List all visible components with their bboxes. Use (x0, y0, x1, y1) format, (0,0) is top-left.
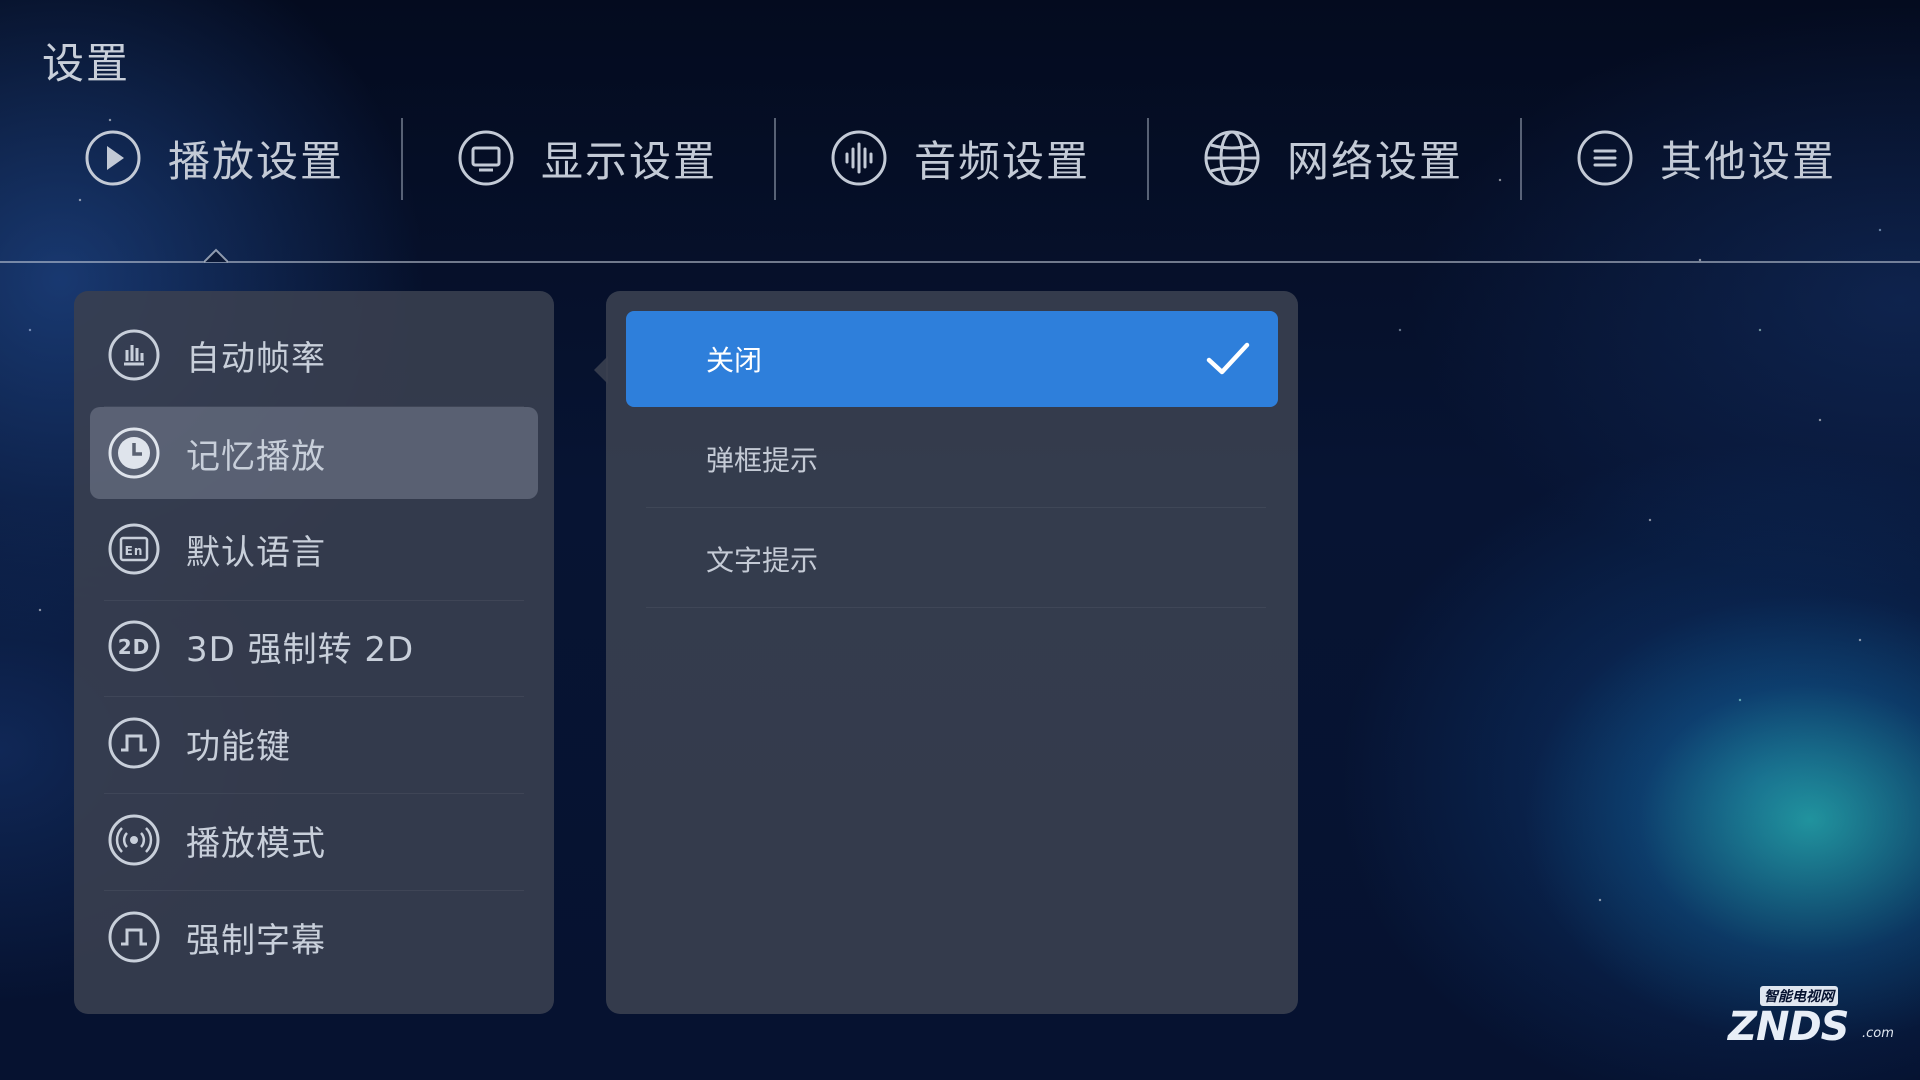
option-label: 弹框提示 (706, 444, 819, 477)
options-panel: 关闭 弹框提示 文字提示 (606, 291, 1298, 1014)
tab-underline-rule (0, 261, 1920, 263)
sidebar-item-label: 默认语言 (186, 532, 326, 573)
pulse-key-icon (106, 715, 162, 771)
tab-network-settings[interactable]: 网络设置 (1203, 118, 1463, 198)
active-tab-caret-icon (204, 248, 228, 263)
svg-text:En: En (125, 544, 144, 558)
sidebar-item-default-language[interactable]: En 默认语言 (90, 503, 538, 595)
bar-chart-icon (106, 327, 162, 383)
watermark-domain: .com (1862, 1026, 1894, 1041)
sidebar-item-function-key[interactable]: 功能键 (90, 697, 538, 789)
option-divider (646, 607, 1266, 608)
tab-label: 播放设置 (168, 136, 345, 186)
audio-wave-icon (830, 129, 888, 187)
globe-icon (1203, 129, 1261, 187)
tab-playback-settings[interactable]: 播放设置 (84, 118, 344, 198)
znds-watermark-logo: 智能电视网 ZNDS .com (1708, 982, 1894, 1052)
2d-icon: 2D (106, 618, 162, 674)
checkmark-icon (1206, 342, 1250, 375)
tab-label: 显示设置 (541, 136, 718, 186)
sidebar-item-label: 播放模式 (186, 823, 326, 864)
tab-audio-settings[interactable]: 音频设置 (830, 118, 1090, 198)
tab-divider (401, 118, 403, 200)
option-label: 文字提示 (706, 544, 819, 577)
tab-label: 音频设置 (914, 136, 1091, 186)
sidebar-item-label: 自动帧率 (186, 338, 326, 379)
tab-label: 其他设置 (1660, 136, 1837, 186)
top-tab-bar: 播放设置 显示设置 音频设置 网络设置 其他设置 (0, 118, 1920, 198)
play-circle-icon (84, 129, 142, 187)
language-en-icon: En (106, 521, 162, 577)
settings-sidebar: 自动帧率 记忆播放 En 默认语言 2D 3D 强制转 2D 功能键 播放模式 (74, 291, 554, 1014)
broadcast-icon (106, 812, 162, 868)
tab-divider (774, 118, 776, 200)
sidebar-item-playback-mode[interactable]: 播放模式 (90, 794, 538, 886)
page-title: 设置 (42, 39, 131, 88)
tab-divider (1520, 118, 1522, 200)
sidebar-item-label: 记忆播放 (186, 436, 326, 477)
menu-lines-icon (1576, 129, 1634, 187)
tab-divider (1147, 118, 1149, 200)
option-label: 关闭 (706, 344, 763, 377)
pulse-subtitle-icon (106, 909, 162, 965)
monitor-icon (457, 129, 515, 187)
svg-text:2D: 2D (118, 635, 151, 659)
option-off[interactable]: 关闭 (626, 311, 1278, 407)
option-divider (646, 507, 1266, 508)
option-popup-prompt[interactable]: 弹框提示 (626, 411, 1278, 507)
sidebar-item-label: 强制字幕 (186, 920, 326, 961)
watermark-tag: 智能电视网 (1760, 986, 1838, 1006)
sidebar-item-label: 3D 强制转 2D (186, 629, 415, 670)
tab-label: 网络设置 (1287, 136, 1464, 186)
sidebar-item-resume-playback[interactable]: 记忆播放 (90, 407, 538, 499)
sidebar-item-label: 功能键 (186, 726, 291, 767)
tab-display-settings[interactable]: 显示设置 (457, 118, 717, 198)
option-text-prompt[interactable]: 文字提示 (626, 511, 1278, 607)
watermark-brand: ZNDS (1728, 1004, 1849, 1050)
sidebar-item-force-3d-to-2d[interactable]: 2D 3D 强制转 2D (90, 600, 538, 692)
sidebar-item-auto-frame-rate[interactable]: 自动帧率 (90, 309, 538, 401)
tab-other-settings[interactable]: 其他设置 (1576, 118, 1836, 198)
clock-icon (106, 425, 162, 481)
sidebar-item-force-subtitles[interactable]: 强制字幕 (90, 891, 538, 983)
